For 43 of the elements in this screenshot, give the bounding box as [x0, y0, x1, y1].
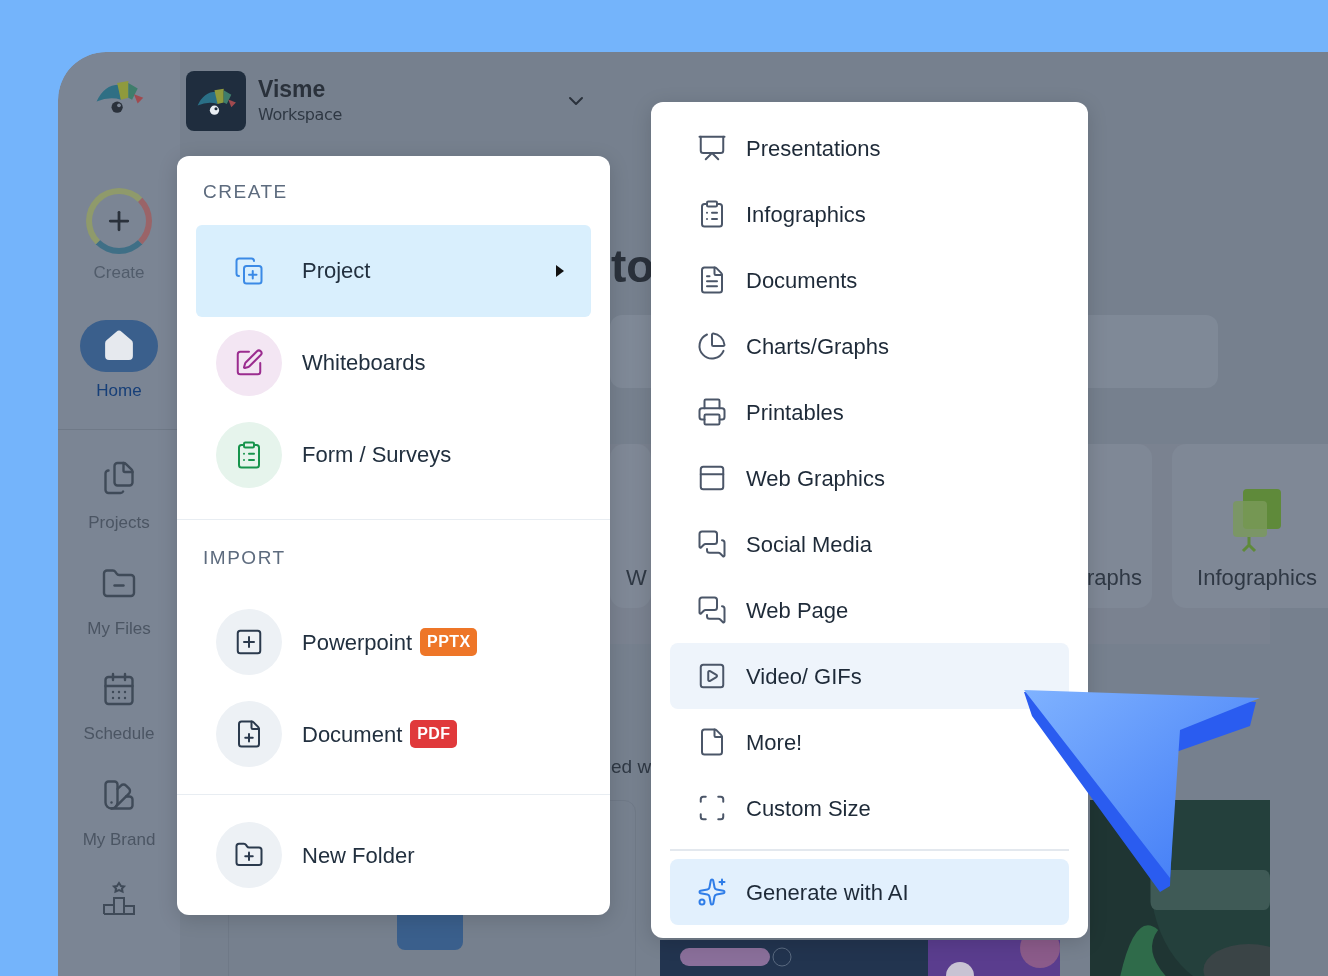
copy-plus-icon [234, 255, 264, 286]
sparkles-icon [697, 877, 727, 907]
menu-item-label[interactable]: Powerpoint [302, 625, 413, 659]
menu-item-label[interactable]: New Folder [302, 838, 415, 872]
play-square-icon [697, 661, 727, 691]
menu-item[interactable]: Project [196, 224, 591, 317]
scan-icon [697, 793, 727, 823]
menu-item-label[interactable]: Form / Surveys [302, 438, 452, 471]
chat-bubbles-icon [697, 529, 727, 559]
printer-icon [697, 397, 727, 427]
menu-item-label[interactable]: Document [302, 717, 403, 751]
square-plus-icon [234, 627, 264, 657]
menu-item[interactable]: Video/ GIFs [670, 643, 1069, 709]
menu-item-label[interactable]: Web Page [746, 593, 849, 627]
pen-square-icon [234, 347, 264, 378]
menu-item-label[interactable]: Printables [746, 395, 844, 429]
menu-item-label[interactable]: Presentations [746, 131, 881, 165]
pie-chart-icon [697, 331, 727, 361]
menu-item-label[interactable]: Custom Size [746, 791, 871, 825]
window-icon [697, 463, 727, 493]
menu-item-label[interactable]: Whiteboards [302, 346, 426, 379]
file-type-badge: PPTX [420, 628, 478, 656]
subtitle-fragment: ed w [611, 755, 652, 779]
menu-item-label[interactable]: Web Graphics [746, 461, 885, 495]
section-title: IMPORT [202, 545, 287, 570]
menu-item-label[interactable]: Project [302, 254, 371, 287]
workspace-subtitle: Workspace [258, 104, 343, 126]
create-button[interactable] [86, 188, 152, 254]
workspace-name: Visme [258, 75, 327, 103]
section-title: CREATE [202, 180, 289, 204]
chat-bubbles-icon [697, 595, 727, 625]
file-type-badge: PDF [410, 720, 458, 748]
menu-item-label[interactable]: Charts/Graphs [746, 329, 890, 363]
presentation-icon [697, 133, 727, 163]
menu-item-label[interactable]: Infographics [746, 197, 866, 231]
menu-item-label[interactable]: Generate with AI [746, 875, 909, 909]
menu-item-label[interactable]: Video/ GIFs [746, 659, 862, 693]
menu-item[interactable]: Generate with AI [670, 859, 1069, 925]
menu-item-label[interactable]: More! [746, 725, 803, 759]
menu-item-label[interactable]: Documents [746, 263, 858, 297]
sidebar-item-icon[interactable] [80, 319, 158, 372]
heading-fragment: to [611, 239, 655, 294]
menu-item-label[interactable]: Social Media [746, 527, 872, 561]
